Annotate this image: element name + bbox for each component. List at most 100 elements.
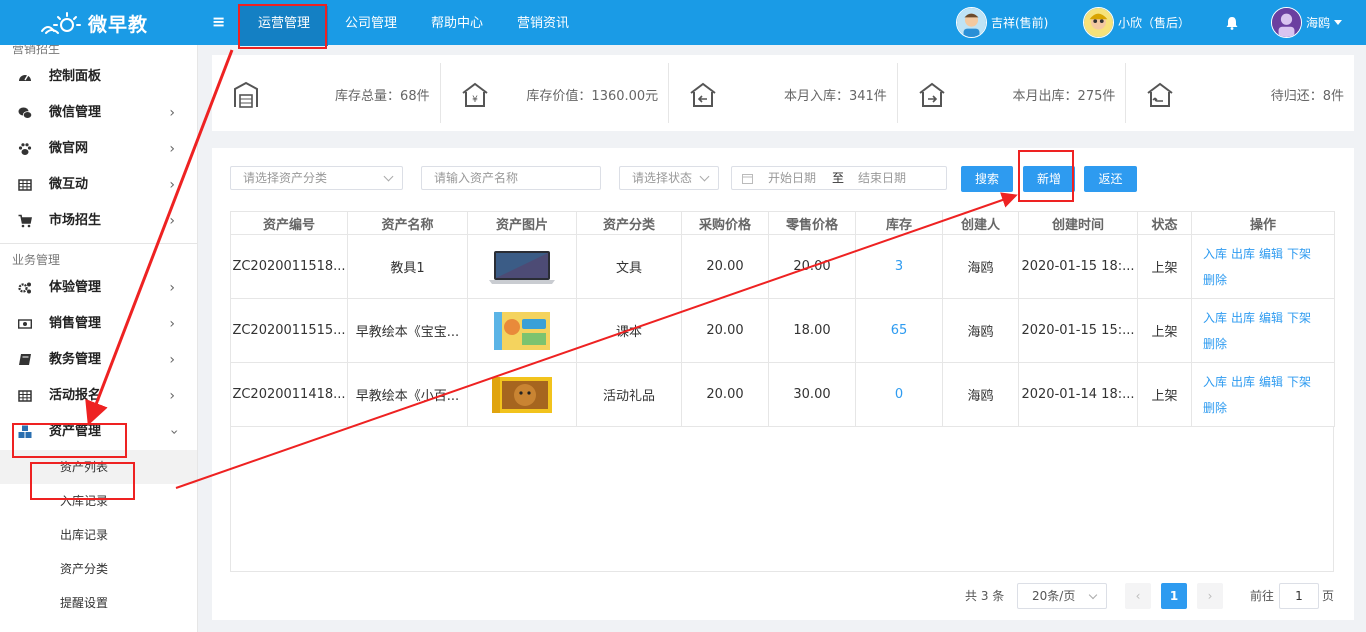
asset-name-input[interactable]: 请输入资产名称: [421, 166, 601, 190]
user-aftersale[interactable]: 小欣（售后）: [1083, 7, 1190, 38]
edit-link[interactable]: 编辑: [1259, 311, 1283, 325]
laptop-image[interactable]: [488, 247, 556, 287]
edit-link[interactable]: 编辑: [1259, 247, 1283, 261]
sidebar-subitem-outbound-records[interactable]: 出库记录: [0, 518, 197, 552]
stat-stock-value: ¥ 库存价值：1360.00元: [441, 63, 670, 123]
add-button[interactable]: 新增: [1023, 166, 1075, 192]
gears-icon: [18, 282, 31, 294]
table-row: ZC2020011518... 教具1 文具 20.00 20.00 3 海鸥 …: [230, 234, 1335, 299]
column-header: 库存: [855, 211, 943, 235]
column-header: 资产名称: [347, 211, 468, 235]
chevron-right-icon: ›: [169, 352, 175, 368]
sidebar-subitem-asset-list[interactable]: 资产列表: [0, 450, 197, 484]
yen-house-icon: ¥: [461, 82, 488, 107]
user-current[interactable]: 海鸥: [1271, 7, 1343, 38]
created-time: 2020-01-15 18:...: [1018, 234, 1138, 299]
category-select-placeholder: 请选择资产分类: [243, 171, 328, 185]
lion-books-image[interactable]: [488, 375, 556, 415]
outbound-link[interactable]: 出库: [1231, 375, 1255, 389]
chevron-down-icon: [1334, 20, 1343, 25]
warehouse-icon: [234, 81, 258, 108]
category-select[interactable]: 请选择资产分类: [230, 166, 403, 190]
app-logo[interactable]: 微早教: [40, 9, 148, 37]
sidebar-item-recruitment[interactable]: 市场招生 ›: [0, 203, 197, 239]
delete-link[interactable]: 删除: [1203, 273, 1227, 287]
asset-image-cell: [467, 362, 577, 427]
asset-table: 资产编号 资产名称 资产图片 资产分类 采购价格 零售价格 库存 创建人 创建时…: [230, 211, 1335, 427]
delist-link[interactable]: 下架: [1287, 247, 1311, 261]
menu-toggle-icon[interactable]: ≡: [212, 12, 225, 31]
outbound-link[interactable]: 出库: [1231, 247, 1255, 261]
avatar: [1271, 7, 1302, 38]
top-nav: 运营管理 公司管理 帮助中心 营销资讯: [240, 6, 586, 48]
sidebar: 营销招生 控制面板 微信管理 › 微官网 › 微互动 › 市场招生 › 业务管理…: [0, 45, 198, 632]
logo-sun-icon: [41, 12, 81, 34]
money-icon: [18, 319, 32, 329]
prev-page-button[interactable]: ‹: [1125, 583, 1151, 609]
chevron-right-icon: ›: [169, 213, 175, 229]
sidebar-item-label: 销售管理: [49, 316, 102, 331]
asset-code: ZC2020011518...: [230, 234, 348, 299]
column-header: 操作: [1191, 211, 1335, 235]
status-select[interactable]: 请选择状态: [619, 166, 719, 190]
sidebar-item-events[interactable]: 活动报名 ›: [0, 378, 197, 414]
page-size-select[interactable]: 20条/页: [1017, 583, 1107, 609]
purchase-price: 20.00: [681, 298, 769, 363]
sidebar-item-interaction[interactable]: 微互动 ›: [0, 167, 197, 203]
sidebar-item-microsite[interactable]: 微官网 ›: [0, 131, 197, 167]
stat-label: 库存总量：68件: [335, 89, 430, 104]
nav-operations[interactable]: 运营管理: [240, 6, 329, 46]
sidebar-subitem-inbound-records[interactable]: 入库记录: [0, 484, 197, 518]
inbound-link[interactable]: 入库: [1203, 247, 1227, 261]
next-page-button[interactable]: ›: [1197, 583, 1223, 609]
user-name: 海鸥: [1306, 16, 1331, 30]
nav-help[interactable]: 帮助中心: [414, 6, 500, 46]
sidebar-item-experience[interactable]: 体验管理 ›: [0, 270, 197, 306]
sidebar-subitem-asset-categories[interactable]: 资产分类: [0, 552, 197, 586]
edit-link[interactable]: 编辑: [1259, 375, 1283, 389]
sidebar-item-wechat[interactable]: 微信管理 ›: [0, 95, 197, 131]
delist-link[interactable]: 下架: [1287, 311, 1311, 325]
paw-icon: [18, 143, 32, 155]
delete-link[interactable]: 删除: [1203, 337, 1227, 351]
status-select-placeholder: 请选择状态: [632, 171, 693, 185]
chevron-down-icon: [699, 171, 710, 182]
sidebar-item-assets[interactable]: 资产管理 ›: [0, 414, 197, 450]
chevron-down-icon: ›: [166, 429, 183, 435]
delist-link[interactable]: 下架: [1287, 375, 1311, 389]
asset-name-placeholder: 请输入资产名称: [434, 171, 519, 185]
goto-page-input[interactable]: 1: [1279, 583, 1319, 609]
outbound-link[interactable]: 出库: [1231, 311, 1255, 325]
sidebar-item-academic[interactable]: 教务管理 ›: [0, 342, 197, 378]
nav-company[interactable]: 公司管理: [328, 6, 414, 46]
stock-link[interactable]: 65: [855, 298, 943, 363]
sidebar-item-sales[interactable]: 销售管理 ›: [0, 306, 197, 342]
stock-link[interactable]: 0: [855, 362, 943, 427]
picture-book-image[interactable]: [488, 311, 556, 351]
book-icon: [19, 354, 31, 365]
sidebar-subitem-reminder-settings[interactable]: 提醒设置: [0, 586, 197, 620]
end-date-placeholder: 结束日期: [858, 171, 907, 185]
bell-icon[interactable]: [1226, 16, 1238, 34]
nav-marketing-news[interactable]: 营销资讯: [500, 6, 586, 46]
chevron-right-icon: ›: [169, 177, 175, 193]
user-presale[interactable]: 吉祥(售前): [956, 7, 1048, 38]
return-button[interactable]: 返还: [1084, 166, 1137, 192]
stock-link[interactable]: 3: [855, 234, 943, 299]
date-range-picker[interactable]: 开始日期 至 结束日期: [731, 166, 947, 190]
sidebar-item-dashboard[interactable]: 控制面板: [0, 59, 197, 95]
column-header: 资产编号: [230, 211, 348, 235]
cubes-icon: [18, 425, 32, 438]
return-icon: [1147, 82, 1173, 107]
goto-suffix: 页: [1322, 589, 1335, 603]
chevron-right-icon: ›: [169, 105, 175, 121]
sidebar-item-label: 活动报名: [49, 388, 102, 403]
inbound-link[interactable]: 入库: [1203, 311, 1227, 325]
asset-category: 文具: [576, 234, 682, 299]
delete-link[interactable]: 删除: [1203, 401, 1227, 415]
asset-image-cell: [467, 234, 577, 299]
status: 上架: [1137, 298, 1192, 363]
search-button[interactable]: 搜索: [961, 166, 1013, 192]
page-1-button[interactable]: 1: [1161, 583, 1187, 609]
inbound-link[interactable]: 入库: [1203, 375, 1227, 389]
